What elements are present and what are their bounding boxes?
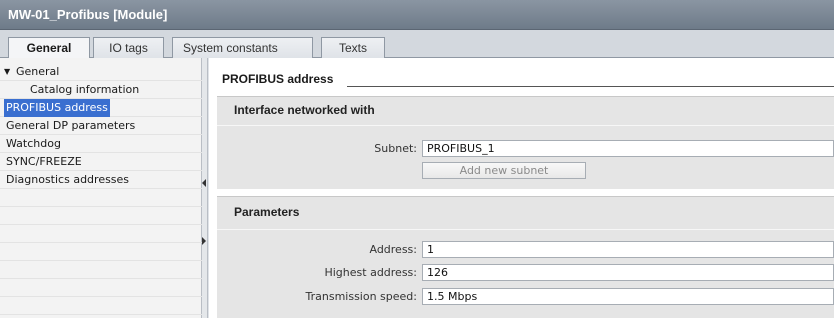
panel-divider (217, 125, 834, 126)
sidebar-item-label: Catalog information (30, 83, 140, 96)
panel-divider (217, 229, 834, 230)
interface-panel-title: Interface networked with (234, 103, 375, 117)
parameters-panel-title: Parameters (234, 205, 300, 219)
add-new-subnet-button[interactable]: Add new subnet (422, 162, 586, 179)
sidebar-item-catalog-information[interactable]: Catalog information (0, 81, 202, 99)
transmission-speed-field[interactable]: 1.5 Mbps (422, 288, 834, 305)
sidebar-item-label: Diagnostics addresses (6, 173, 130, 186)
window-title-bar: MW-01_Profibus [Module] (0, 0, 834, 30)
sidebar-item-sync-freeze[interactable]: SYNC/FREEZE (0, 153, 202, 171)
address-field[interactable]: 1 (422, 241, 834, 258)
sidebar-item-general[interactable]: ▼ General (0, 63, 202, 81)
sidebar-empty-row (0, 225, 202, 243)
highest-address-field[interactable]: 126 (422, 264, 834, 281)
sidebar-empty-row (0, 243, 202, 261)
section-title: PROFIBUS address (222, 72, 334, 86)
sidebar-item-profibus-address[interactable]: PROFIBUS address (0, 99, 202, 117)
subnet-field[interactable]: PROFIBUS_1 (422, 140, 834, 157)
sidebar-empty-row (0, 297, 202, 315)
tab-system-constants[interactable]: System constants (172, 37, 313, 58)
interface-panel: Interface networked with Subnet: PROFIBU… (217, 96, 834, 189)
sidebar-empty-row (0, 279, 202, 297)
tab-texts[interactable]: Texts (321, 37, 385, 58)
sidebar-empty-row (0, 261, 202, 279)
panel-splitter[interactable] (202, 58, 208, 318)
subnet-label: Subnet: (374, 142, 417, 155)
section-divider (347, 86, 834, 87)
window-title: MW-01_Profibus [Module] (8, 7, 168, 22)
expand-triangle-icon[interactable]: ▼ (4, 63, 10, 81)
sidebar-item-label: Watchdog (6, 137, 61, 150)
sidebar-item-label: General DP parameters (6, 119, 136, 132)
tab-io-tags[interactable]: IO tags (93, 37, 164, 58)
sidebar-empty-row (0, 189, 202, 207)
sidebar-item-label: General (16, 65, 60, 78)
sidebar-item-label: SYNC/FREEZE (6, 155, 82, 168)
address-label: Address: (369, 243, 417, 256)
collapse-left-arrow-icon[interactable] (202, 179, 206, 187)
sidebar-item-general-dp-parameters[interactable]: General DP parameters (0, 117, 202, 135)
sidebar-item-watchdog[interactable]: Watchdog (0, 135, 202, 153)
highest-address-label: Highest address: (324, 266, 417, 279)
transmission-speed-label: Transmission speed: (305, 290, 418, 303)
parameters-panel: Parameters Address: 1 Highest address: 1… (217, 196, 834, 318)
sidebar-nav: ▼ General Catalog information PROFIBUS a… (0, 58, 202, 318)
tab-strip: General IO tags System constants Texts (0, 30, 834, 59)
tab-general[interactable]: General (8, 37, 90, 59)
sidebar-item-diagnostics-addresses[interactable]: Diagnostics addresses (0, 171, 202, 189)
expand-right-arrow-icon[interactable] (202, 237, 206, 245)
sidebar-item-label: PROFIBUS address (4, 99, 110, 117)
properties-content: PROFIBUS address Interface networked wit… (209, 58, 834, 318)
sidebar-empty-row (0, 207, 202, 225)
